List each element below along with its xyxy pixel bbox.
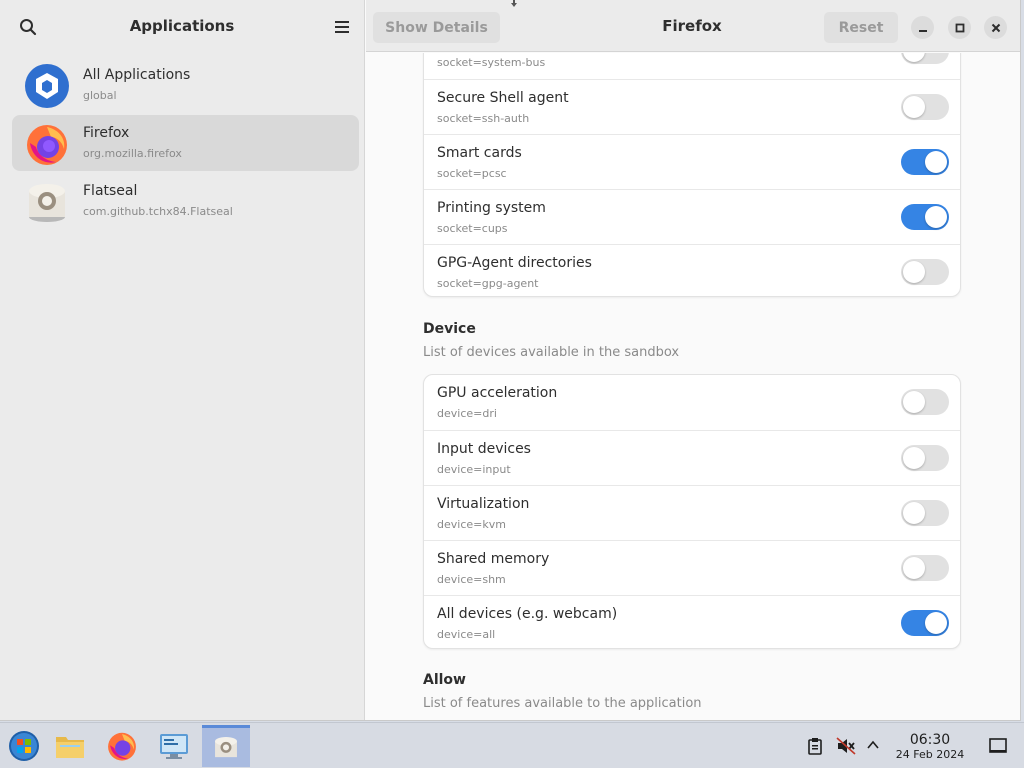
permission-title: Printing system	[437, 200, 546, 216]
start-button[interactable]	[0, 725, 48, 767]
permission-toggle[interactable]	[901, 94, 949, 120]
permission-title: Smart cards	[437, 145, 522, 161]
page-title: Firefox	[662, 17, 722, 35]
taskbar: 06:30 24 Feb 2024	[0, 722, 1024, 768]
permission-row: Shared memory device=shm	[424, 540, 960, 595]
show-desktop-icon[interactable]	[989, 738, 1007, 754]
device-section-title: Device	[423, 321, 476, 337]
app-name: Flatseal	[83, 183, 138, 199]
permission-title: Shared memory	[437, 551, 550, 567]
permission-key: device=all	[437, 628, 496, 641]
device-section-subtitle: List of devices available in the sandbox	[423, 345, 680, 360]
permission-key: socket=pcsc	[437, 167, 507, 180]
sidebar: Applications All Applications global Fir…	[0, 0, 365, 720]
permission-key: device=input	[437, 463, 511, 476]
volume-muted-icon[interactable]	[836, 737, 856, 755]
permission-key: socket=cups	[437, 222, 508, 235]
app-row-firefox[interactable]: Firefox org.mozilla.firefox	[12, 115, 359, 171]
device-card: GPU acceleration device=dri Input device…	[423, 374, 961, 649]
permission-key: socket=ssh-auth	[437, 112, 530, 125]
permission-title: Secure Shell agent	[437, 90, 569, 106]
taskbar-firefox[interactable]	[98, 725, 146, 767]
content-header: Show Details Firefox Reset	[366, 0, 1020, 52]
start-orb-icon	[9, 731, 39, 761]
drag-handle-icon	[511, 0, 517, 7]
flatseal-window: Applications All Applications global Fir…	[0, 0, 1021, 721]
flatseal-icon	[215, 736, 237, 757]
allow-section-subtitle: List of features available to the applic…	[423, 696, 702, 711]
permission-toggle[interactable]	[901, 610, 949, 636]
permission-toggle[interactable]	[901, 53, 949, 64]
maximize-icon	[955, 23, 964, 32]
main-menu-button[interactable]	[325, 10, 359, 44]
permission-row: Printing system socket=cups	[424, 189, 960, 244]
permission-row: Input devices device=input	[424, 430, 960, 485]
taskbar-file-manager[interactable]	[46, 725, 94, 767]
firefox-icon	[27, 125, 67, 165]
permission-key: device=shm	[437, 573, 506, 586]
app-id: org.mozilla.firefox	[83, 147, 182, 160]
app-id: global	[83, 89, 117, 102]
permission-toggle[interactable]	[901, 555, 949, 581]
permission-toggle[interactable]	[901, 259, 949, 285]
sidebar-title: Applications	[129, 17, 235, 35]
permission-toggle[interactable]	[901, 389, 949, 415]
permission-title: Virtualization	[437, 496, 530, 512]
hamburger-menu-icon	[335, 21, 349, 33]
permission-toggle[interactable]	[901, 204, 949, 230]
clock-time[interactable]: 06:30	[880, 732, 980, 748]
permission-toggle[interactable]	[901, 149, 949, 175]
flatseal-icon	[29, 184, 65, 222]
permission-row: GPU acceleration device=dri	[424, 375, 960, 430]
app-name: All Applications	[83, 67, 191, 83]
permission-row: All devices (e.g. webcam) device=all	[424, 595, 960, 648]
maximize-button[interactable]	[948, 16, 971, 39]
minimize-button[interactable]	[911, 16, 934, 39]
chevron-up-icon[interactable]	[866, 739, 880, 751]
reset-button[interactable]: Reset	[824, 12, 898, 43]
close-icon	[991, 23, 1000, 32]
allow-section-title: Allow	[423, 672, 466, 688]
close-button[interactable]	[984, 16, 1007, 39]
app-row-flatseal[interactable]: Flatseal com.github.tchx84.Flatseal	[12, 173, 359, 229]
permission-key: socket=system-bus	[437, 56, 546, 69]
permissions-content[interactable]: socket=system-bus Secure Shell agent soc…	[366, 53, 1020, 720]
permission-key: device=dri	[437, 407, 497, 420]
flatpak-box-icon	[25, 64, 69, 108]
app-id: com.github.tchx84.Flatseal	[83, 205, 233, 218]
sockets-card: socket=system-bus Secure Shell agent soc…	[423, 53, 961, 297]
permission-row: Smart cards socket=pcsc	[424, 134, 960, 189]
permission-key: device=kvm	[437, 518, 506, 531]
permission-title: Input devices	[437, 441, 531, 457]
clock-date[interactable]: 24 Feb 2024	[880, 748, 980, 761]
taskbar-flatseal[interactable]	[202, 725, 250, 767]
app-name: Firefox	[83, 125, 130, 141]
firefox-icon	[108, 732, 136, 761]
permission-row: Virtualization device=kvm	[424, 485, 960, 540]
app-row-all-applications[interactable]: All Applications global	[12, 57, 359, 113]
control-panel-icon	[160, 734, 188, 759]
permission-row: socket=system-bus	[424, 53, 960, 79]
permission-key: socket=gpg-agent	[437, 277, 539, 290]
clipboard-icon[interactable]	[807, 737, 823, 755]
permission-row: Secure Shell agent socket=ssh-auth	[424, 79, 960, 134]
permission-row: GPG-Agent directories socket=gpg-agent	[424, 244, 960, 296]
file-manager-icon	[56, 737, 84, 758]
permission-title: GPG-Agent directories	[437, 255, 592, 271]
sidebar-header: Applications	[0, 0, 364, 52]
show-details-button[interactable]: Show Details	[373, 12, 500, 43]
permission-title: GPU acceleration	[437, 385, 558, 401]
permission-toggle[interactable]	[901, 500, 949, 526]
minimize-icon	[918, 29, 927, 32]
taskbar-control-panel[interactable]	[150, 725, 198, 767]
permission-title: All devices (e.g. webcam)	[437, 606, 618, 622]
permission-toggle[interactable]	[901, 445, 949, 471]
